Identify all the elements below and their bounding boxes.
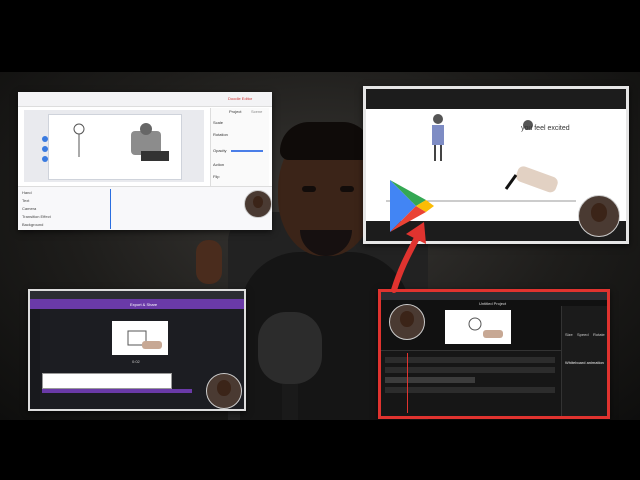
panel-heading: Whiteboard animation	[565, 360, 604, 365]
track-label: Hand	[22, 190, 32, 195]
timeline	[381, 350, 561, 416]
raised-hand	[196, 240, 222, 284]
eye-left	[302, 186, 316, 192]
editor-title: Doodle Editor	[228, 96, 253, 101]
track-label: Camera	[22, 206, 37, 211]
tab-rotate[interactable]: Rotate	[593, 332, 605, 337]
playhead[interactable]	[110, 189, 111, 229]
header-text: Export & Share	[130, 302, 158, 307]
microphone-icon	[258, 312, 322, 384]
time-display: 0:02	[132, 359, 140, 364]
hand-drawing	[127, 330, 162, 349]
presenter-avatar	[578, 195, 620, 237]
audio-track[interactable]	[42, 389, 192, 393]
project-title: Untitled Project	[479, 301, 507, 306]
whiteboard-text: you feel excited	[521, 125, 570, 132]
eye-right	[340, 186, 354, 192]
track-row[interactable]	[385, 387, 555, 393]
tab-speed[interactable]: Speed	[577, 332, 589, 337]
track-label: Text	[22, 198, 30, 203]
opacity-slider[interactable]	[231, 150, 263, 152]
presenter-hair	[280, 122, 372, 160]
opacity-label: Opacity	[213, 148, 227, 153]
web-editor-screenshot: Untitled Project Size Speed Rotate White…	[378, 289, 610, 419]
left-rail	[30, 309, 40, 409]
tool-dot-icon[interactable]	[42, 136, 48, 142]
tab-project[interactable]: Project	[229, 109, 241, 114]
tab-scene[interactable]: Scene	[251, 109, 262, 114]
editor-screenshot-left: Doodle Editor Project Scene Scale Rotati…	[18, 92, 272, 230]
track-label: Background	[22, 222, 44, 227]
flip-label: Flip	[213, 174, 220, 179]
thumbnail: Doodle Editor Project Scene Scale Rotati…	[0, 0, 640, 480]
clip-strip[interactable]	[42, 373, 172, 389]
mic-stand	[282, 384, 298, 420]
presenter-avatar	[244, 190, 272, 218]
scale-label: Scale	[213, 120, 224, 125]
rotate-label: Rotation	[213, 132, 228, 137]
tool-dot-icon[interactable]	[42, 156, 48, 162]
action-label: Action	[213, 162, 225, 167]
canva-editor-screenshot: Export & Share 0:02	[28, 289, 246, 411]
letterbox-bottom	[0, 420, 640, 480]
browser-bar	[30, 291, 244, 299]
hand-drawing	[468, 317, 503, 338]
presenter-avatar	[389, 304, 425, 340]
track-row[interactable]	[385, 357, 555, 363]
track-row[interactable]	[385, 367, 555, 373]
video-canvas	[445, 310, 511, 344]
presenter-avatar	[206, 373, 242, 409]
sketch-illustration	[73, 123, 169, 161]
app-top-bar	[366, 89, 626, 109]
track-label: Transition Effect	[22, 214, 51, 219]
timeline: Hand Text Camera Transition Effect Backg…	[18, 186, 272, 230]
properties-panel: Project Scene Scale Rotation Opacity Act…	[210, 108, 269, 186]
curved-arrow-icon	[391, 222, 426, 293]
clip-block[interactable]	[385, 377, 475, 383]
letterbox-top	[0, 0, 640, 72]
playhead[interactable]	[407, 353, 408, 413]
video-canvas	[112, 321, 168, 355]
tab-size[interactable]: Size	[565, 332, 573, 337]
tool-dot-icon[interactable]	[42, 146, 48, 152]
properties-panel: Size Speed Rotate Whiteboard animation	[561, 306, 607, 416]
editor-canvas	[48, 114, 182, 180]
